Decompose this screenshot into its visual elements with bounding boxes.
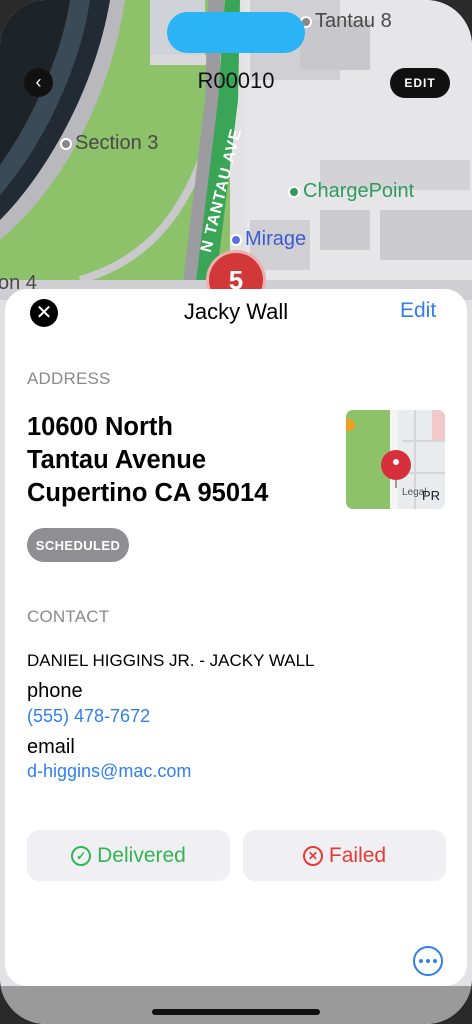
chevron-left-icon: ‹ [35,72,42,92]
map-thumbnail[interactable]: Legal PR [346,410,445,509]
delivered-button[interactable]: ✓ Delivered [27,830,230,881]
address-section-label: ADDRESS [27,369,111,388]
close-icon: ✕ [35,302,53,324]
route-title: R00010 [197,68,275,93]
email-link[interactable]: d-higgins@mac.com [27,761,191,782]
poi-tantau-8[interactable]: Tantau 8 [300,10,392,33]
ev-charger-icon [288,185,300,198]
ellipsis-dot [433,959,437,963]
stop-detail-sheet: ✕ Jacky Wall Edit ADDRESS 10600 North Ta… [5,289,467,986]
ellipsis-dot [419,959,423,963]
x-circle-icon: ✕ [302,845,323,866]
delivered-label: Delivered [97,843,186,867]
close-button[interactable]: ✕ [30,299,58,327]
poi-chargepoint[interactable]: ChargePoint [288,180,414,203]
poi-mirage[interactable]: Mirage [230,228,306,251]
address-line: Tantau Avenue [27,446,206,474]
poi-label: Tantau 8 [315,10,392,32]
address-line: Cupertino CA 95014 [27,479,269,507]
contact-name: DANIEL HIGGINS JR. - JACKY WALL [27,651,315,670]
phone-link[interactable]: (555) 478-7672 [27,706,150,727]
status-badge: SCHEDULED [27,528,129,562]
poi-label: Mirage [245,228,307,250]
edit-stop-button[interactable]: Edit [400,299,436,323]
edit-route-button[interactable]: EDIT [390,68,450,98]
poi-section-3[interactable]: Section 3 [60,132,158,155]
email-label: email [27,736,75,758]
dynamic-island [167,12,305,53]
back-button[interactable]: ‹ [24,68,53,97]
failed-button[interactable]: ✕ Failed [243,830,446,881]
poi-dot-icon [60,137,72,150]
screen: Tantau 8 Section 3 ChargePoint Mirage on… [0,0,472,1024]
poi-label: ChargePoint [303,180,415,202]
address-line: 10600 North [27,413,173,441]
home-indicator[interactable] [152,1009,320,1015]
device-frame: Tantau 8 Section 3 ChargePoint Mirage on… [0,0,472,1024]
checkmark-circle-icon: ✓ [71,845,92,866]
sheet-title: Jacky Wall [183,299,289,324]
failed-label: Failed [328,843,387,867]
phone-label: phone [27,680,83,702]
poi-label: Section 3 [75,132,159,154]
more-options-button[interactable] [413,946,443,976]
business-pin-icon [230,233,242,246]
contact-section-label: CONTACT [27,607,110,626]
address-block[interactable]: 10600 North Tantau Avenue Cupertino CA 9… [27,411,268,510]
thumbnail-road-label: PR [422,488,441,503]
ellipsis-dot [426,959,430,963]
